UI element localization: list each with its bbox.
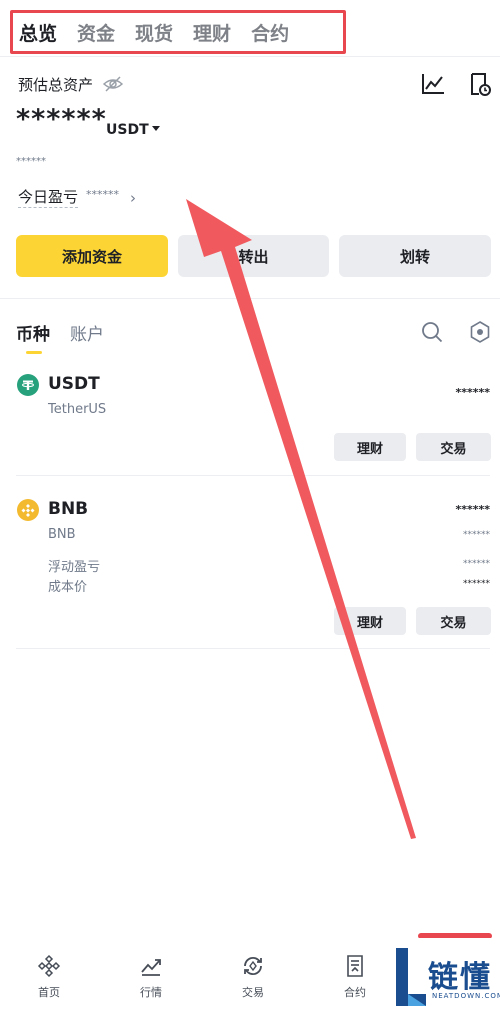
top-tab-bar: 总览 资金 现货 理财 合约	[10, 10, 346, 54]
nav-label-markets: 行情	[140, 986, 162, 999]
header-divider	[0, 56, 500, 57]
balance-equivalent: ******	[16, 156, 46, 167]
cost-price-label: 成本价	[48, 580, 88, 595]
nav-label-futures: 合约	[344, 986, 366, 999]
coin-name-bnb: BNB	[48, 527, 76, 542]
coin-symbol-bnb: BNB	[48, 499, 89, 519]
trade-button-bnb[interactable]: 交易	[416, 607, 491, 635]
asset-chart-icon[interactable]	[420, 72, 446, 96]
bnb-coin-icon	[17, 499, 39, 521]
nav-futures[interactable]: 合约	[325, 954, 385, 1000]
coin-symbol-usdt: USDT	[48, 374, 100, 394]
cost-price-value: ******	[463, 579, 490, 589]
add-funds-button[interactable]: 添加资金	[16, 235, 168, 277]
earn-button-bnb[interactable]: 理财	[334, 607, 406, 635]
nav-label-trade: 交易	[242, 986, 264, 999]
tab-futures[interactable]: 合约	[251, 19, 289, 46]
hide-balance-icon[interactable]	[102, 75, 124, 93]
futures-icon	[347, 955, 363, 977]
caret-down-icon[interactable]	[152, 126, 160, 131]
markets-icon	[141, 959, 161, 976]
search-icon[interactable]	[421, 321, 443, 343]
nav-markets[interactable]: 行情	[121, 954, 181, 1000]
coin-value-bnb: ******	[463, 530, 490, 540]
floating-pnl-value: ******	[463, 559, 490, 569]
section-divider	[0, 298, 500, 299]
coin-name-usdt: TetherUS	[48, 402, 107, 417]
history-icon[interactable]	[468, 71, 492, 97]
watermark-text: 链懂	[428, 960, 492, 995]
tab-earn[interactable]: 理财	[193, 19, 231, 46]
nav-home[interactable]: 首页	[19, 954, 79, 1000]
settings-hexagon-icon[interactable]	[469, 320, 491, 344]
today-pnl-label[interactable]: 今日盈亏	[18, 186, 79, 208]
transfer-button[interactable]: 划转	[339, 235, 491, 277]
tab-account[interactable]: 账户	[70, 320, 104, 345]
home-icon	[37, 954, 61, 978]
nav-label-home: 首页	[38, 986, 60, 999]
total-balance: ******	[16, 104, 107, 135]
trade-icon	[244, 956, 262, 976]
watermark-logo: 链懂 NEATDOWN.COM	[386, 938, 500, 1014]
earn-button-usdt[interactable]: 理财	[334, 433, 406, 461]
watermark-subtext: NEATDOWN.COM	[432, 992, 500, 1000]
tab-spot[interactable]: 现货	[135, 19, 173, 46]
usdt-coin-icon	[17, 374, 39, 396]
coin-amount-bnb: ******	[455, 503, 490, 516]
active-tab-indicator	[26, 351, 42, 354]
tab-funding[interactable]: 资金	[77, 19, 115, 46]
tab-coin[interactable]: 币种	[16, 320, 50, 345]
trade-button-usdt[interactable]: 交易	[416, 433, 491, 461]
estimated-assets-label: 预估总资产	[18, 76, 94, 94]
row-divider	[16, 648, 490, 649]
currency-selector[interactable]: USDT	[106, 122, 149, 138]
nav-trade[interactable]: 交易	[223, 954, 283, 1000]
watermark-l-icon	[396, 948, 426, 1006]
tab-overview[interactable]: 总览	[19, 19, 57, 46]
withdraw-button[interactable]: 转出	[178, 235, 329, 277]
row-divider	[16, 475, 490, 476]
coin-amount-usdt: ******	[455, 386, 490, 399]
floating-pnl-label: 浮动盈亏	[48, 560, 101, 575]
today-pnl-value: ******	[86, 188, 119, 201]
chevron-right-icon[interactable]: ›	[130, 189, 136, 207]
